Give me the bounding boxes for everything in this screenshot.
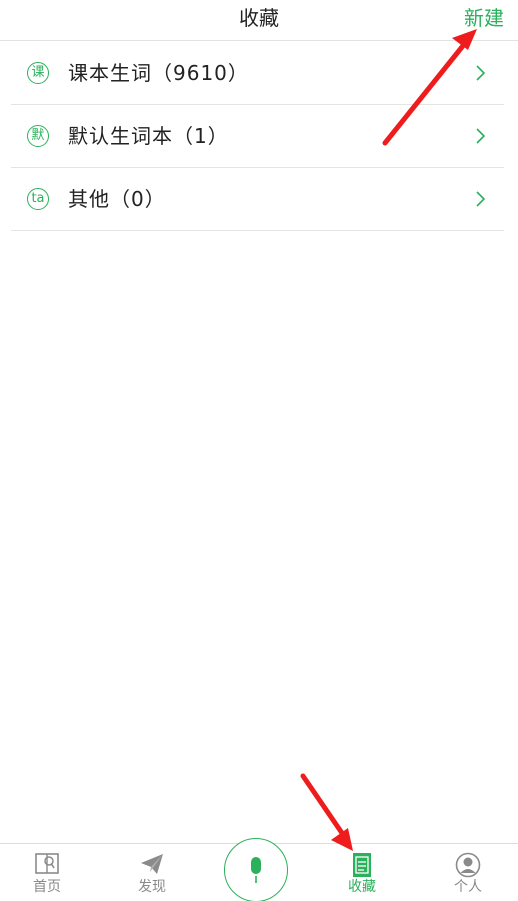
tab-label: 个人: [454, 879, 482, 895]
list-item-label: 课本生词（9610）: [68, 61, 249, 85]
home-book-icon: [35, 853, 59, 874]
list-item-label: 其他（0）: [68, 187, 166, 211]
ta-circle-icon: ta: [27, 188, 49, 210]
user-avatar-icon: [455, 852, 481, 878]
chevron-right-icon: [476, 191, 486, 207]
list-item-default-wordbook[interactable]: 默 默认生词本（1）: [11, 105, 504, 168]
list-item-label: 默认生词本（1）: [68, 124, 229, 148]
tab-home[interactable]: 首页: [7, 844, 87, 901]
tab-favorites[interactable]: 收藏: [322, 844, 402, 901]
tab-profile[interactable]: 个人: [428, 844, 508, 901]
tab-discover[interactable]: 发现: [112, 844, 192, 901]
chevron-right-icon: [476, 65, 486, 81]
microphone-icon: [251, 857, 261, 883]
paper-plane-icon: [141, 854, 163, 874]
top-bar: 收藏 新建: [0, 0, 518, 41]
chevron-right-icon: [476, 128, 486, 144]
page-title: 收藏: [239, 6, 279, 30]
new-button[interactable]: 新建: [464, 4, 504, 32]
list-item-textbook-words[interactable]: 课 课本生词（9610）: [11, 42, 504, 105]
tab-label: 收藏: [348, 879, 376, 895]
mo-circle-icon: 默: [27, 125, 49, 147]
tab-label: 首页: [33, 879, 61, 895]
tab-label: 发现: [138, 879, 166, 895]
favorites-screen: 收藏 新建 课 课本生词（9610） 默 默认生词本（1） ta 其他（0） 首…: [0, 0, 518, 901]
bookmark-notebook-icon: [353, 853, 371, 877]
bottom-tab-bar: 首页 发现 收藏 个人: [0, 838, 518, 901]
list-item-other[interactable]: ta 其他（0）: [11, 168, 504, 231]
vocab-list: 课 课本生词（9610） 默 默认生词本（1） ta 其他（0）: [11, 42, 504, 231]
voice-search-button[interactable]: [224, 838, 288, 901]
ke-circle-icon: 课: [27, 62, 49, 84]
